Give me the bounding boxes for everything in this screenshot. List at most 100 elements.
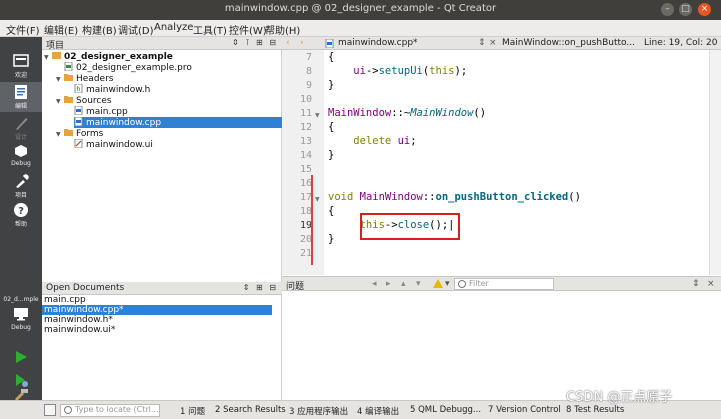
toggle-sidebar-icon[interactable] — [44, 404, 56, 416]
code-line: MainWindow::~MainWindow() — [328, 107, 487, 119]
issues-list — [282, 292, 721, 400]
function-selector[interactable]: MainWindow::on_pushButto... — [502, 38, 635, 48]
collapse-arrow-icon[interactable]: ▼ — [56, 98, 64, 105]
open-doc-item[interactable]: mainwindow.cpp* — [42, 305, 272, 315]
menu-tools[interactable]: 工具(T) — [193, 22, 227, 37]
mode-debug[interactable]: Debug — [0, 141, 42, 171]
locator-input[interactable]: Type to locate (Ctrl... — [60, 404, 160, 417]
prev-icon[interactable]: ◂ — [372, 279, 377, 289]
edit-icon — [15, 85, 27, 99]
mode-help[interactable]: ? 帮助 — [0, 200, 42, 230]
collapse-arrow-icon[interactable]: ▼ — [56, 76, 64, 83]
watermark: CSDN @正点原子 — [566, 390, 673, 405]
cursor-position: Line: 19, Col: 20 — [644, 38, 718, 48]
code-line: void MainWindow::on_pushButton_clicked() — [328, 191, 581, 203]
output-tab-compile[interactable]: 4 编译输出 — [357, 405, 399, 417]
filter-input[interactable]: Filter — [454, 278, 554, 290]
folder-icon — [64, 96, 73, 103]
tree-item-pro-file[interactable]: 02_designer_example.pro — [64, 62, 192, 73]
mode-label: 帮助 — [14, 221, 27, 228]
minimize-button[interactable]: – — [661, 3, 674, 16]
pane-close-icon[interactable]: × — [707, 279, 715, 289]
mode-label: 欢迎 — [14, 72, 27, 79]
tree-item-forms[interactable]: ▼ Forms — [56, 128, 103, 139]
menu-analyze[interactable]: Analyze — [154, 22, 193, 33]
debug-run-icon[interactable] — [13, 372, 29, 388]
maximize-button[interactable]: □ — [679, 3, 692, 16]
down-icon[interactable]: ▾ — [416, 279, 421, 289]
forward-arrow-icon[interactable]: › — [300, 38, 304, 48]
highlight-box — [360, 213, 460, 240]
editor-tab[interactable]: mainwindow.cpp* — [338, 38, 418, 48]
pane-maximize-icon[interactable]: ⇕ — [692, 279, 700, 289]
menu-debug[interactable]: 调试(D) — [118, 22, 154, 37]
tree-item-mainwindow-h[interactable]: h mainwindow.h — [74, 84, 150, 95]
mode-label: 设计 — [14, 134, 27, 141]
help-icon: ? — [14, 203, 28, 217]
menu-widget[interactable]: 控件(W) — [229, 22, 267, 37]
next-icon[interactable]: ▸ — [386, 279, 391, 289]
open-doc-item[interactable]: main.cpp — [42, 295, 272, 305]
open-documents-title: Open Documents — [46, 283, 125, 293]
menu-file[interactable]: 文件(F) — [6, 22, 40, 37]
fold-arrow-icon[interactable]: ▼ — [315, 112, 320, 119]
filter-config-icon[interactable]: ▾ — [445, 279, 450, 289]
warning-filter-icon[interactable] — [433, 279, 443, 288]
up-icon[interactable]: ▴ — [401, 279, 406, 289]
line-number: 18 — [299, 206, 312, 217]
editor-toolbar: ‹ › mainwindow.cpp* ⇕ × MainWindow::on_p… — [282, 37, 721, 50]
output-tab-issues[interactable]: 1 问题 — [180, 405, 205, 417]
mode-welcome[interactable]: 欢迎 — [0, 51, 42, 81]
line-number: 16 — [299, 178, 312, 189]
tree-item-main-cpp[interactable]: main.cpp — [74, 106, 128, 117]
mode-edit[interactable]: 编辑 — [0, 82, 42, 112]
close-tab-icon[interactable]: × — [489, 38, 497, 48]
tree-item-headers[interactable]: ▼ Headers — [56, 73, 113, 84]
tab-dropdown-icon[interactable]: ⇕ — [478, 38, 486, 48]
line-number-current: 19 — [299, 220, 312, 231]
collapse-arrow-icon[interactable]: ▼ — [44, 54, 52, 61]
code-line: } — [328, 79, 335, 91]
cpp-file-icon — [325, 39, 334, 48]
output-tab-app-output[interactable]: 3 应用程序输出 — [289, 405, 348, 417]
kit-selector[interactable]: 02_d...mple Debug — [0, 296, 42, 331]
monitor-icon — [14, 308, 28, 321]
code-line: { — [328, 121, 335, 133]
line-number-gutter: 7 8 9 10 11 12 13 14 15 16 17 18 19 20 2… — [282, 50, 324, 275]
output-tab-search[interactable]: 2 Search Results — [215, 405, 286, 415]
output-tab-qml-debug[interactable]: 5 QML Debugg... — [410, 405, 481, 415]
fold-arrow-icon[interactable]: ▼ — [315, 196, 320, 203]
collapse-arrow-icon[interactable]: ▼ — [56, 131, 64, 138]
menu-edit[interactable]: 编辑(E) — [44, 22, 78, 37]
mode-label: 编辑 — [14, 103, 27, 110]
project-pane-controls[interactable]: ⇕ ⊺ ⊞ ⊟ — [232, 38, 278, 47]
menu-help[interactable]: 帮助(H) — [265, 22, 300, 37]
editor-scrollbar[interactable] — [709, 50, 721, 275]
open-documents-list: main.cpp mainwindow.cpp* mainwindow.h* m… — [42, 295, 282, 400]
mode-projects[interactable]: 项目 — [0, 171, 42, 201]
open-documents-controls[interactable]: ⇕ ⊞ ⊟ — [243, 283, 278, 292]
close-button[interactable]: × — [698, 3, 711, 16]
folder-icon — [64, 129, 73, 136]
tree-item-mainwindow-cpp[interactable]: mainwindow.cpp — [74, 117, 282, 128]
cpp-file-icon — [74, 117, 83, 126]
open-doc-item[interactable]: mainwindow.h* — [42, 315, 272, 325]
output-tab-test-results[interactable]: 8 Test Results — [566, 405, 624, 415]
output-tab-version-control[interactable]: 7 Version Control — [488, 405, 561, 415]
open-doc-item[interactable]: mainwindow.ui* — [42, 325, 272, 335]
menu-bar: 文件(F) 编辑(E) 构建(B) 调试(D) Analyze 工具(T) 控件… — [0, 20, 721, 37]
code-editor[interactable]: 7 8 9 10 11 12 13 14 15 16 17 18 19 20 2… — [282, 50, 709, 275]
code-line: ui->setupUi(this); — [353, 65, 468, 77]
tree-item-sources[interactable]: ▼ Sources — [56, 95, 112, 106]
menu-build[interactable]: 构建(B) — [82, 22, 117, 37]
tree-item-mainwindow-ui[interactable]: mainwindow.ui — [74, 139, 153, 150]
run-icon[interactable] — [13, 349, 29, 365]
mode-design[interactable]: 设计 — [0, 113, 42, 143]
tree-item-project[interactable]: ▼ 02_designer_example — [44, 51, 173, 62]
issues-pane-header: 问题 ◂ ▸ ▴ ▾ ▾ Filter ⇕ × — [282, 276, 721, 292]
ui-file-icon — [74, 139, 83, 148]
back-arrow-icon[interactable]: ‹ — [286, 38, 290, 48]
header-file-icon: h — [74, 84, 83, 93]
line-number: 14 — [299, 150, 312, 161]
folder-icon — [64, 74, 73, 81]
